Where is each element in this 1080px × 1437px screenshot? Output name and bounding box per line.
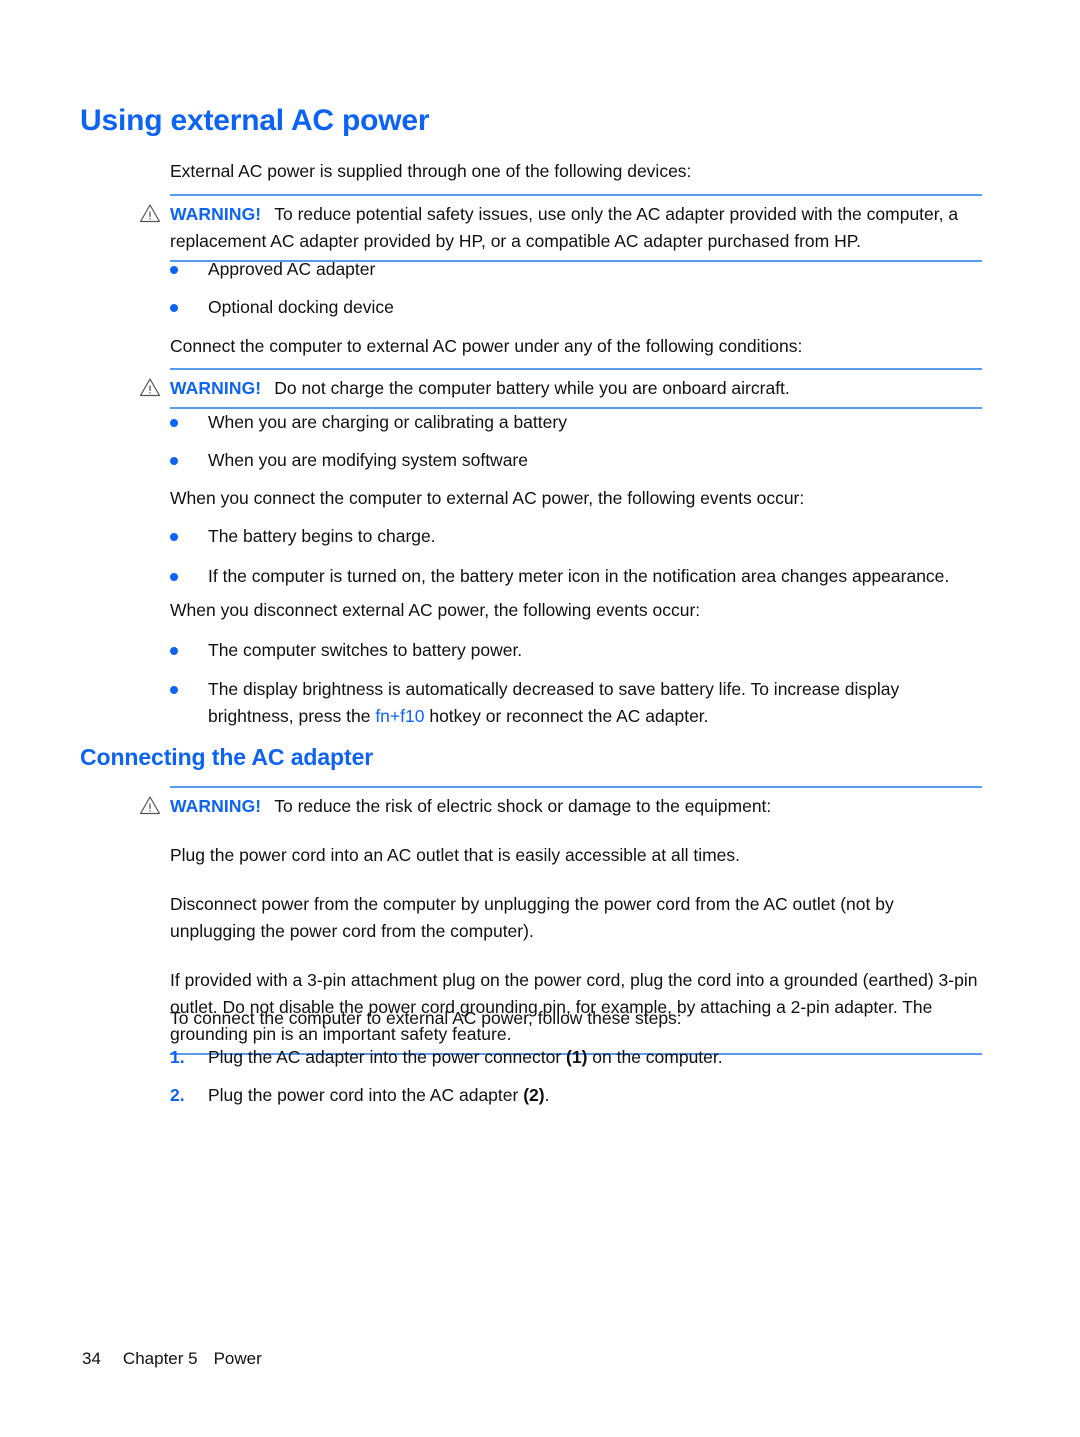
steps-intro-paragraph: To connect the computer to external AC p…: [170, 1008, 682, 1028]
list-item: If the computer is turned on, the batter…: [170, 563, 982, 590]
step-text-before: Plug the AC adapter into the power conne…: [208, 1047, 567, 1067]
list-item-label: When you are modifying system software: [208, 450, 528, 470]
warning-body: Do not charge the computer battery while…: [274, 378, 790, 398]
page-footer: 34 Chapter 5 Power: [82, 1349, 262, 1369]
warning-text-1: WARNING! To reduce potential safety issue…: [170, 201, 982, 255]
bullet-dot-icon: [170, 419, 178, 427]
warning-label: WARNING!: [170, 378, 262, 398]
step-callout: (1): [566, 1047, 588, 1067]
step-callout: (2): [523, 1085, 545, 1105]
intro-paragraph: External AC power is supplied through on…: [170, 161, 692, 181]
list-item-step: 1. Plug the AC adapter into the power co…: [170, 1044, 982, 1071]
bullet-dot-icon: [170, 266, 178, 274]
step-number: 2.: [170, 1085, 185, 1105]
bullet-dot-icon: [170, 533, 178, 541]
warning-body: To reduce the risk of electric shock or …: [274, 796, 772, 816]
bullet-dot-icon: [170, 457, 178, 465]
bullet-dot-icon: [170, 647, 178, 655]
step-text-before: Plug the power cord into the AC adapter: [208, 1085, 524, 1105]
warning-triangle-icon: [139, 377, 161, 397]
warning-text-2: WARNING! Do not charge the computer batte…: [170, 375, 982, 402]
list-item: When you are charging or calibrating a b…: [170, 409, 982, 436]
list-item: Approved AC adapter: [170, 256, 982, 283]
list-item-label: If the computer is turned on, the batter…: [208, 566, 950, 586]
list-item-brightness: The display brightness is automatically …: [170, 676, 982, 730]
hotkey-label: fn+f10: [375, 706, 425, 726]
list-item-label: Optional docking device: [208, 297, 394, 317]
warning-paragraph-2: Disconnect power from the computer by un…: [170, 894, 894, 941]
page-title: Using external AC power: [80, 104, 430, 137]
bullet-dot-icon: [170, 304, 178, 312]
step-text-after: on the computer.: [587, 1047, 723, 1067]
brightness-text-after: hotkey or reconnect the AC adapter.: [424, 706, 709, 726]
list-item-label: When you are charging or calibrating a b…: [208, 412, 567, 432]
warning-body: To reduce potential safety issues, use o…: [170, 204, 959, 251]
conditions-intro-paragraph: Connect the computer to external AC powe…: [170, 336, 803, 356]
list-item-label: The computer switches to battery power.: [208, 640, 523, 660]
warning-box-2: WARNING! Do not charge the computer batte…: [139, 368, 982, 409]
bullet-dot-icon: [170, 573, 178, 581]
list-item: Optional docking device: [170, 294, 982, 321]
section-heading: Connecting the AC adapter: [80, 744, 374, 770]
list-item: The battery begins to charge.: [170, 523, 982, 550]
step-text-after: .: [544, 1085, 550, 1105]
document-page: Using external AC power External AC powe…: [0, 0, 1080, 1437]
list-item-label: Approved AC adapter: [208, 259, 376, 279]
warning-triangle-icon: [139, 203, 161, 223]
footer-chapter: Chapter 5: [122, 1349, 198, 1368]
bullet-dot-icon: [170, 686, 178, 694]
warning-text-3: WARNING! To reduce the risk of electric s…: [170, 793, 982, 820]
step-number: 1.: [170, 1047, 185, 1067]
warning-label: WARNING!: [170, 204, 262, 224]
warning-triangle-icon: [139, 795, 161, 815]
warning-paragraph-1: Plug the power cord into an AC outlet th…: [170, 845, 741, 865]
footer-page-number: 34: [82, 1349, 101, 1368]
list-item: The computer switches to battery power.: [170, 637, 982, 664]
list-item-step: 2. Plug the power cord into the AC adapt…: [170, 1082, 982, 1109]
footer-chapter-title: Power: [213, 1349, 262, 1368]
warning-box-1: WARNING! To reduce potential safety issue…: [139, 194, 982, 262]
list-item: When you are modifying system software: [170, 447, 982, 474]
warning-label: WARNING!: [170, 796, 262, 816]
list-item-label: The battery begins to charge.: [208, 526, 436, 546]
disconnect-events-intro-paragraph: When you disconnect external AC power, t…: [170, 600, 701, 620]
connect-events-intro-paragraph: When you connect the computer to externa…: [170, 488, 805, 508]
